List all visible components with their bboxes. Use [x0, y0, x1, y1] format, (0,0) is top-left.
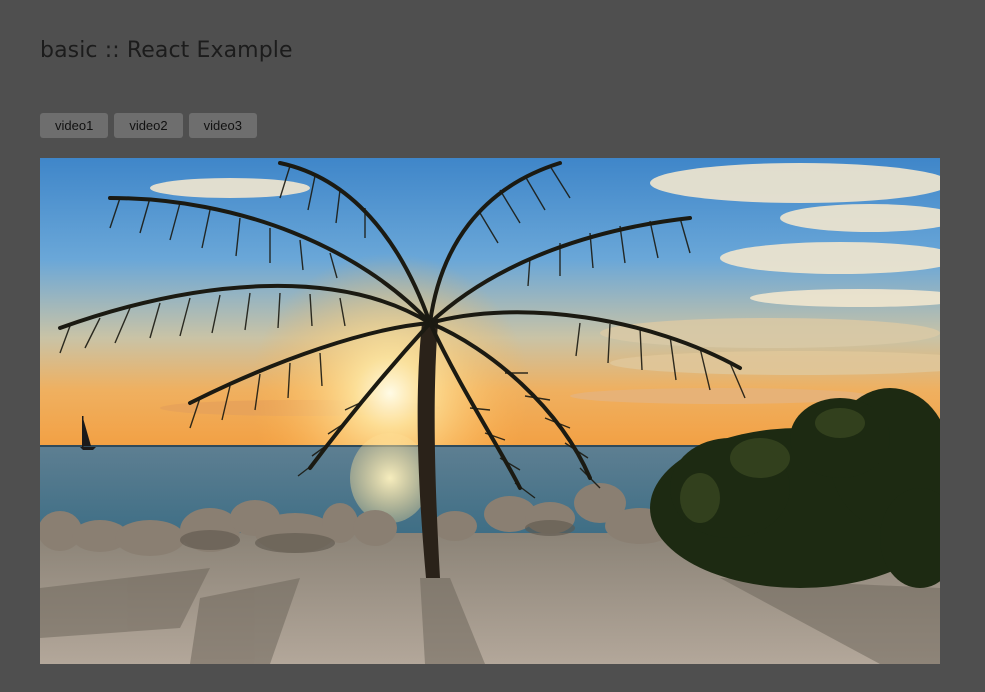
video-selector: video1 video2 video3 — [40, 113, 257, 138]
video-frame — [40, 158, 940, 664]
video-player[interactable] — [40, 158, 940, 664]
video2-button[interactable]: video2 — [114, 113, 183, 138]
page-title: basic :: React Example — [40, 38, 293, 63]
video1-button[interactable]: video1 — [40, 113, 109, 138]
video3-button[interactable]: video3 — [188, 113, 257, 138]
